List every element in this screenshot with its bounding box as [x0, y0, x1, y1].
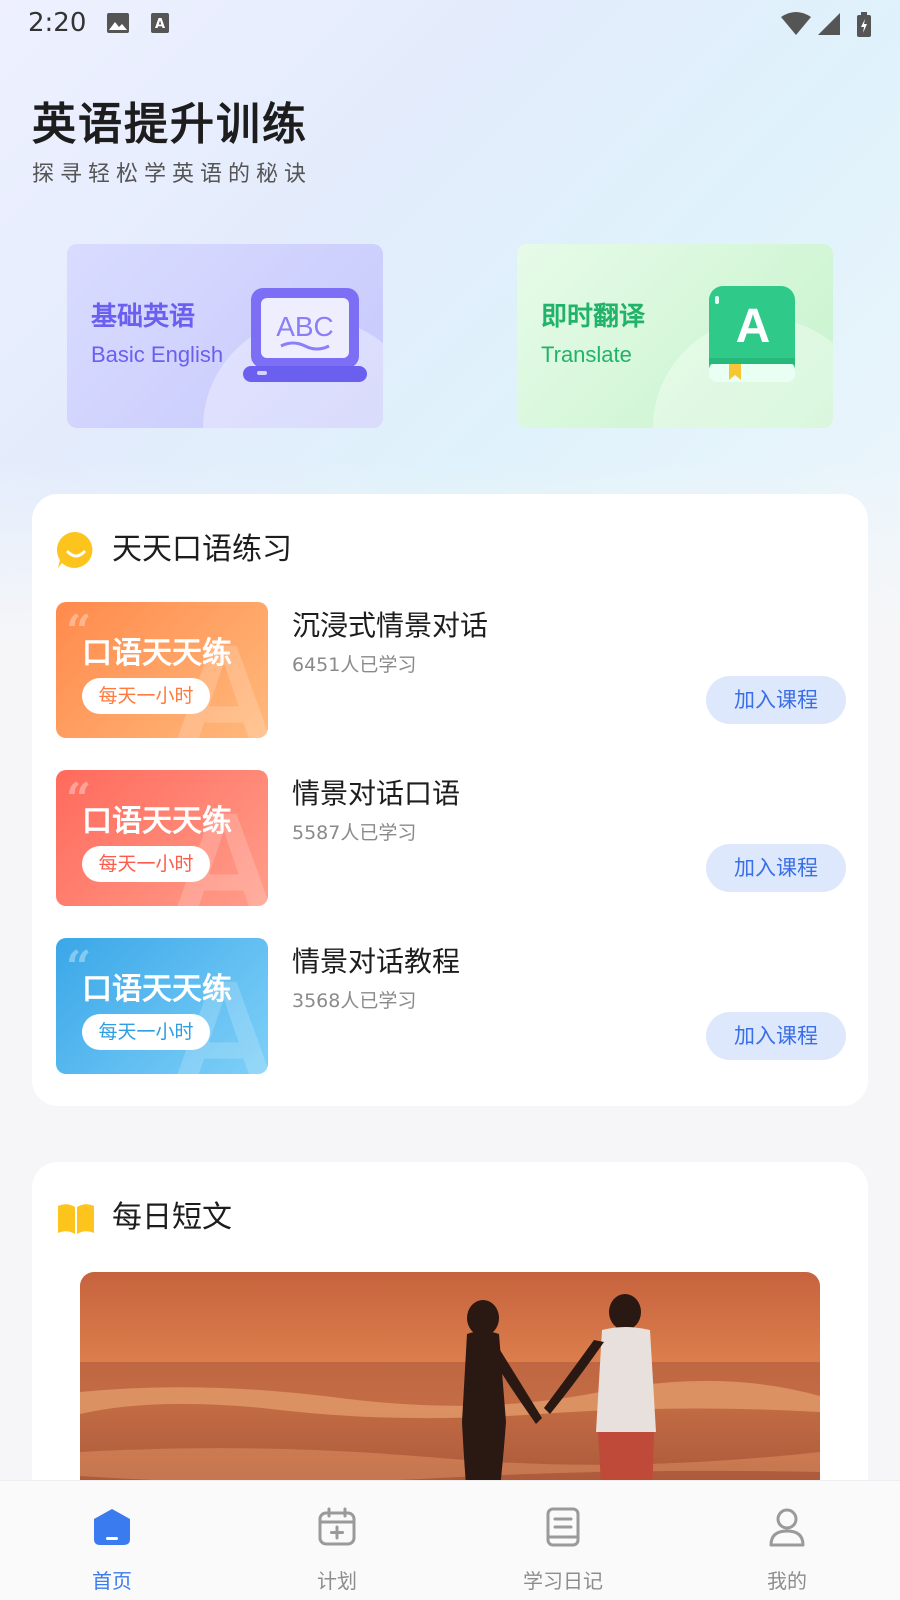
book-a-text: A	[736, 300, 771, 353]
thumbnail-title: 口语天天练	[82, 804, 232, 839]
course-item[interactable]: “ A 口语天天练 每天一小时 情景对话口语 5587人已学习 加入课程	[56, 770, 846, 906]
course-item[interactable]: “ A 口语天天练 每天一小时 情景对话教程 3568人已学习 加入课程	[56, 938, 846, 1074]
tab-study-diary[interactable]: 学习日记	[503, 1481, 623, 1600]
join-course-button[interactable]: 加入课程	[706, 844, 846, 892]
laptop-abc-icon: ABC	[243, 288, 367, 382]
wifi-icon	[781, 12, 811, 35]
section-title: 每日短文	[112, 1200, 232, 1235]
page-subtitle: 探寻轻松学英语的秘诀	[32, 162, 313, 187]
page-title: 英语提升训练	[32, 99, 308, 150]
laptop-abc-text: ABC	[276, 311, 334, 342]
tab-label: 首页	[92, 1569, 132, 1593]
learner-count: 3568人已学习	[292, 990, 417, 1012]
course-thumbnail: “ A 口语天天练 每天一小时	[56, 602, 268, 738]
join-course-button[interactable]: 加入课程	[706, 1012, 846, 1060]
card-subtitle: Translate	[541, 342, 632, 367]
tab-home[interactable]: 首页	[52, 1481, 172, 1600]
tab-mine[interactable]: 我的	[727, 1481, 847, 1600]
basic-english-card[interactable]: 基础英语 Basic English ABC	[67, 244, 383, 428]
thumbnail-tag: 每天一小时	[82, 846, 210, 882]
course-name: 沉浸式情景对话	[292, 609, 489, 642]
card-title: 基础英语	[91, 302, 196, 332]
image-icon	[107, 13, 129, 33]
learner-count: 5587人已学习	[292, 822, 417, 844]
home-icon	[94, 1509, 130, 1545]
smile-bubble-icon	[56, 531, 93, 568]
course-item[interactable]: “ A 口语天天练 每天一小时 沉浸式情景对话 6451人已学习 加入课程	[56, 602, 846, 738]
course-name: 情景对话口语	[292, 777, 461, 810]
course-thumbnail: “ A 口语天天练 每天一小时	[56, 938, 268, 1074]
tab-label: 计划	[317, 1569, 357, 1593]
card-title: 即时翻译	[541, 302, 646, 332]
status-time: 2:20	[28, 8, 87, 38]
speaking-practice-section: 天天口语练习 “ A 口语天天练 每天一小时 沉浸式情景对话 6451人已学习 …	[32, 494, 868, 1106]
battery-icon	[857, 12, 871, 37]
thumbnail-title: 口语天天练	[82, 636, 232, 671]
thumbnail-tag: 每天一小时	[82, 1014, 210, 1050]
card-subtitle: Basic English	[91, 342, 224, 367]
join-course-button[interactable]: 加入课程	[706, 676, 846, 724]
calendar-plus-icon	[318, 1507, 356, 1546]
book-a-icon: A	[709, 286, 795, 382]
translate-card[interactable]: 即时翻译 Translate A	[517, 244, 833, 428]
user-icon	[769, 1508, 805, 1547]
tab-plan[interactable]: 计划	[277, 1481, 397, 1600]
course-thumbnail: “ A 口语天天练 每天一小时	[56, 770, 268, 906]
course-name: 情景对话教程	[292, 945, 461, 978]
open-book-icon	[58, 1204, 94, 1234]
tab-label: 学习日记	[523, 1569, 603, 1593]
section-title: 天天口语练习	[112, 532, 292, 567]
tab-label: 我的	[767, 1569, 807, 1593]
svg-text:A: A	[155, 17, 165, 32]
status-bar: 2:20 A	[0, 0, 900, 48]
text-a-icon: A	[151, 13, 169, 33]
thumbnail-title: 口语天天练	[82, 972, 232, 1007]
notebook-icon	[546, 1507, 580, 1547]
bottom-tab-bar: 首页 计划 学习日记 我的	[0, 1480, 900, 1600]
thumbnail-tag: 每天一小时	[82, 678, 210, 714]
signal-icon	[818, 13, 840, 35]
learner-count: 6451人已学习	[292, 654, 417, 676]
